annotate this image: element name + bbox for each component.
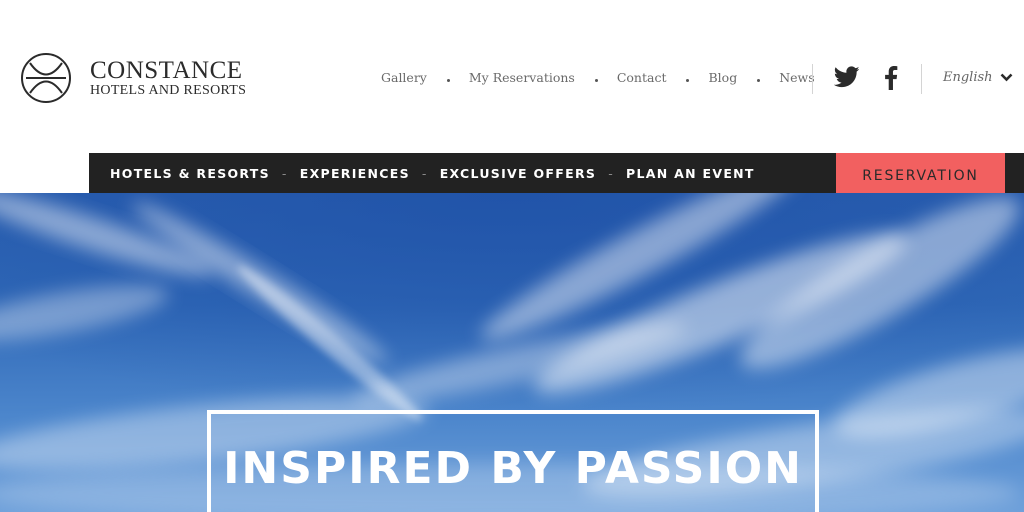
language-label: English [943,70,993,85]
top-navigation: Gallery My Reservations Contact Blog New… [381,70,815,85]
top-nav-news[interactable]: News [779,70,814,85]
reservation-label: RESERVATION [862,168,979,184]
hero-banner: INSPIRED BY PASSION [0,193,1024,512]
hero-title-frame: INSPIRED BY PASSION [207,410,819,512]
site-header: CONSTANCE HOTELS AND RESORTS Gallery My … [0,0,1024,153]
nav-dot-separator [757,79,761,82]
top-nav-contact[interactable]: Contact [617,70,667,85]
twitter-icon[interactable] [834,66,860,90]
nav-hotels-resorts[interactable]: HOTELS & RESORTS [110,166,270,181]
chevron-down-icon [1000,73,1012,82]
nav-separator: - [281,165,288,181]
nav-plan-an-event[interactable]: PLAN AN EVENT [626,166,755,181]
header-divider [812,64,813,94]
top-nav-blog[interactable]: Blog [708,70,737,85]
nav-separator: - [421,165,428,181]
top-nav-gallery[interactable]: Gallery [381,70,427,85]
nav-dot-separator [446,79,450,82]
header-divider [921,64,922,94]
brand-subtitle: HOTELS AND RESORTS [90,83,247,98]
nav-separator: - [608,165,614,181]
constance-logo-icon [21,53,71,103]
brand-logo[interactable]: CONSTANCE HOTELS AND RESORTS [20,52,246,104]
nav-dot-separator [686,79,690,82]
top-nav-my-reservations[interactable]: My Reservations [469,70,575,85]
nav-experiences[interactable]: EXPERIENCES [300,166,410,181]
nav-exclusive-offers[interactable]: EXCLUSIVE OFFERS [440,166,596,181]
brand-name: CONSTANCE [90,57,243,84]
brand-wordmark: CONSTANCE HOTELS AND RESORTS [90,58,246,98]
nav-dot-separator [594,79,598,82]
language-selector[interactable]: English [943,70,1013,85]
hero-title: INSPIRED BY PASSION [223,443,803,494]
facebook-icon[interactable] [884,66,898,90]
